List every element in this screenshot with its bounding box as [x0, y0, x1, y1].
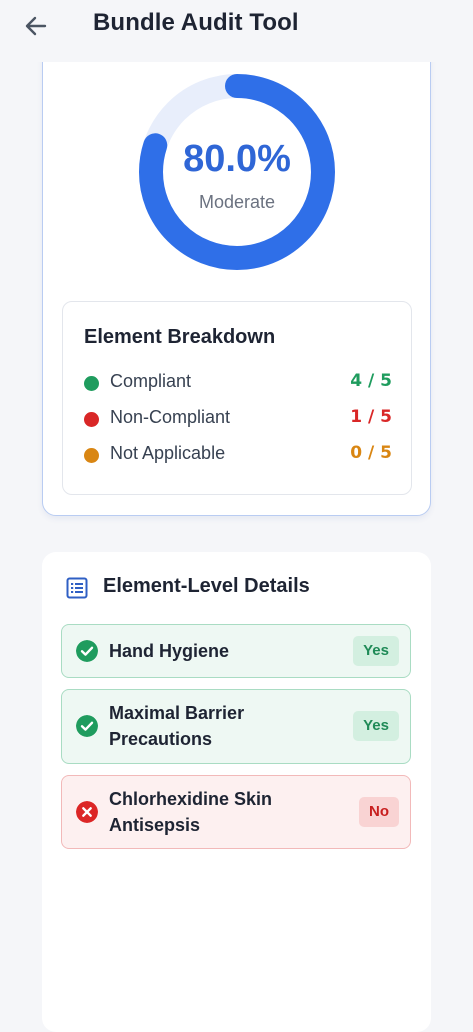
orange-dot-icon	[84, 448, 99, 463]
breakdown-label: Non-Compliant	[110, 407, 231, 427]
element-label: Hand Hygiene	[109, 641, 230, 661]
breakdown-value: 0 / 5	[350, 443, 392, 463]
back-button[interactable]	[22, 12, 50, 40]
check-circle-icon	[76, 715, 98, 737]
element-details-card: Element-Level Details Hand Hygiene Yes M…	[42, 552, 431, 1032]
red-dot-icon	[84, 412, 99, 427]
breakdown-row-non-compliant: Non-Compliant 1 / 5	[84, 407, 392, 431]
element-label: Chlorhexidine Skin Antisepsis	[109, 789, 273, 835]
check-circle-icon	[76, 640, 98, 662]
arrow-left-icon	[25, 16, 47, 36]
x-circle-icon	[76, 801, 98, 823]
details-title: Element-Level Details	[103, 575, 310, 597]
list-icon	[66, 577, 88, 599]
element-label: Maximal Barrier Precautions	[109, 703, 245, 749]
element-item-hand-hygiene[interactable]: Hand Hygiene Yes	[61, 624, 411, 678]
page-title: Bundle Audit Tool	[93, 9, 299, 36]
green-dot-icon	[84, 376, 99, 391]
breakdown-label: Not Applicable	[110, 443, 226, 463]
score-rating: Moderate	[198, 192, 276, 212]
status-badge: No	[359, 797, 399, 827]
status-badge: Yes	[353, 711, 399, 741]
score-card: 80.0% Moderate Element Breakdown Complia…	[42, 40, 431, 516]
element-item-chlorhexidine[interactable]: Chlorhexidine Skin Antisepsis No	[61, 775, 411, 849]
breakdown-value: 1 / 5	[350, 407, 392, 427]
app-bar: Bundle Audit Tool	[0, 0, 473, 62]
breakdown-label: Compliant	[110, 371, 192, 391]
breakdown-row-not-applicable: Not Applicable 0 / 5	[84, 443, 392, 467]
status-badge: Yes	[353, 636, 399, 666]
score-percent: 80.0%	[183, 138, 291, 180]
element-breakdown: Element Breakdown Compliant 4 / 5 Non-Co…	[62, 301, 412, 495]
breakdown-value: 4 / 5	[350, 371, 392, 391]
score-gauge: 80.0% Moderate	[139, 74, 335, 270]
element-item-maximal-barrier[interactable]: Maximal Barrier Precautions Yes	[61, 689, 411, 764]
breakdown-row-compliant: Compliant 4 / 5	[84, 371, 392, 395]
breakdown-title: Element Breakdown	[84, 326, 276, 348]
